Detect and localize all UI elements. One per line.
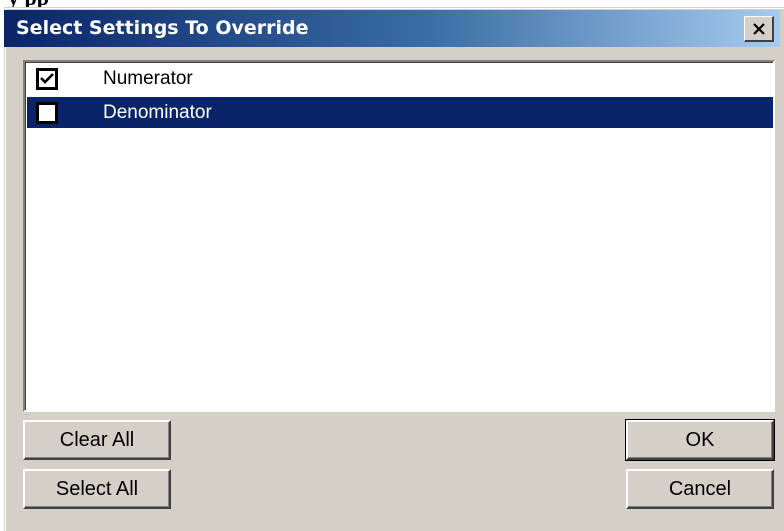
select-all-button[interactable]: Select All xyxy=(23,469,171,509)
list-item-numerator[interactable]: Numerator xyxy=(27,63,773,94)
denominator-checkbox[interactable] xyxy=(36,102,58,124)
dialog-title: Select Settings To Override xyxy=(16,17,309,39)
checkmark-icon xyxy=(40,73,54,84)
close-icon xyxy=(753,23,765,35)
numerator-checkbox[interactable] xyxy=(36,68,58,90)
cancel-button[interactable]: Cancel xyxy=(626,469,774,509)
title-bar[interactable]: Select Settings To Override xyxy=(4,10,780,47)
clear-all-button[interactable]: Clear All xyxy=(23,420,171,460)
settings-listbox[interactable]: Numerator Denominator xyxy=(23,60,775,412)
list-item-denominator[interactable]: Denominator xyxy=(27,97,773,128)
list-item-label: Numerator xyxy=(103,68,193,89)
list-item-label: Denominator xyxy=(103,102,212,123)
ok-button[interactable]: OK xyxy=(625,419,775,461)
close-button[interactable] xyxy=(744,16,774,42)
